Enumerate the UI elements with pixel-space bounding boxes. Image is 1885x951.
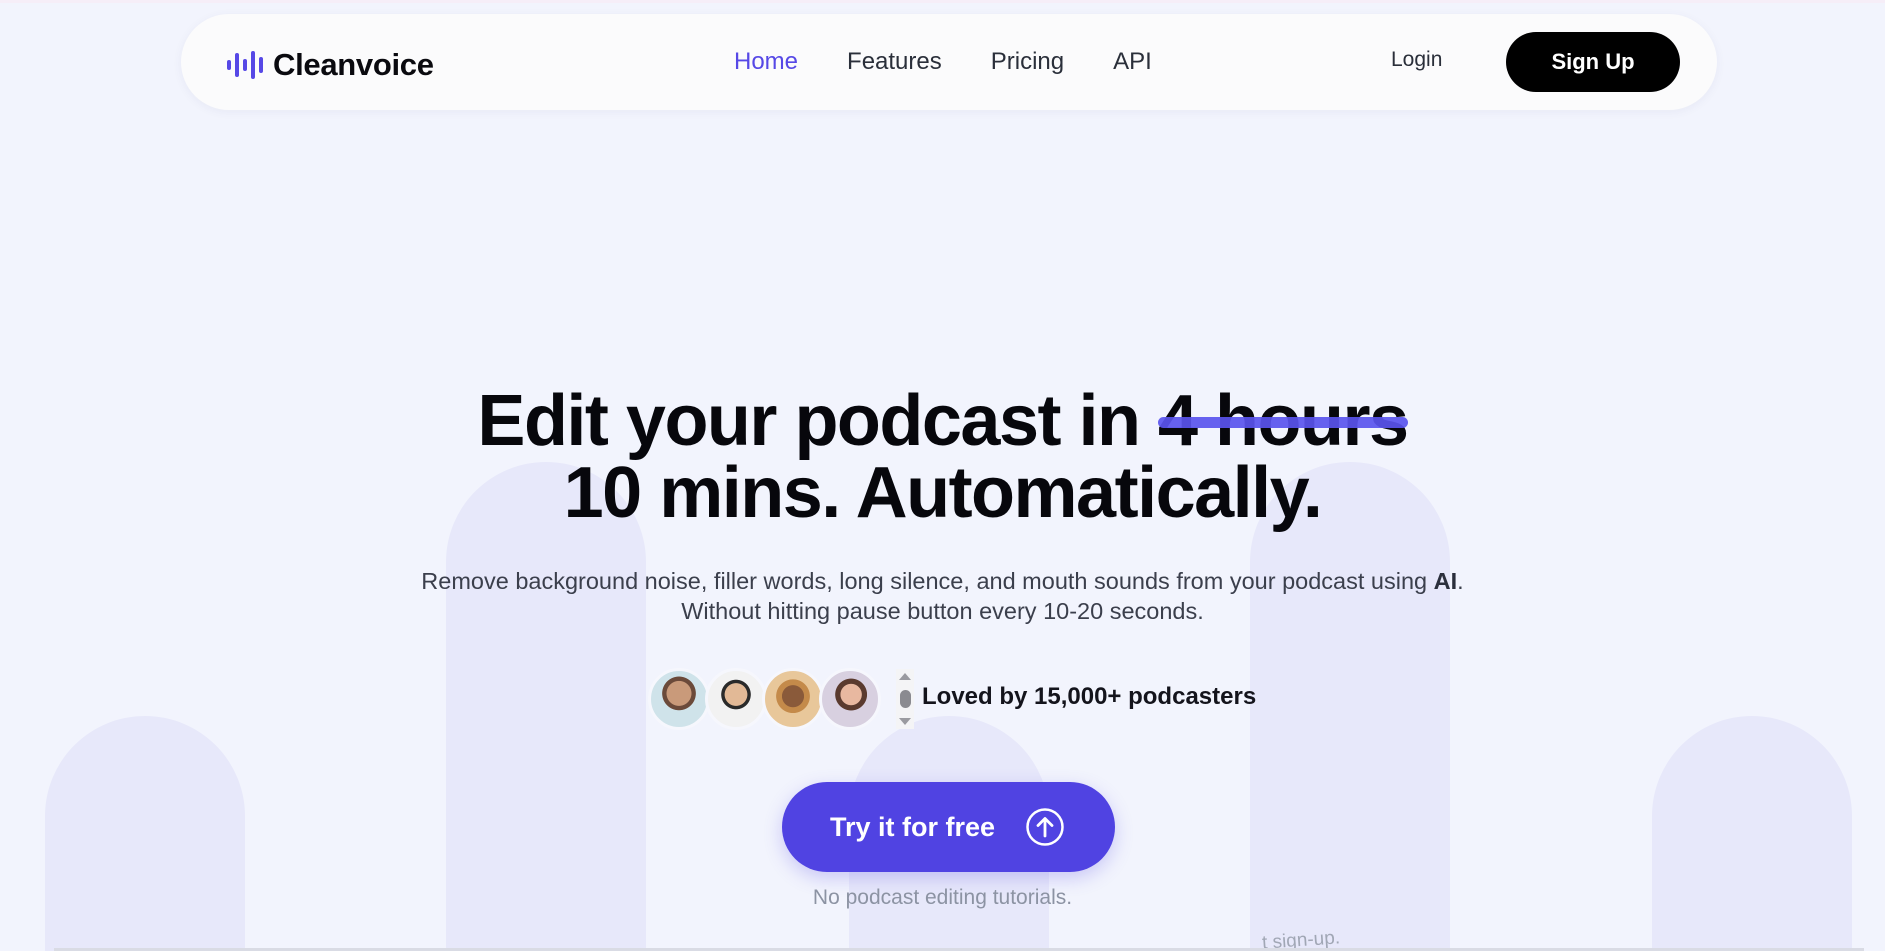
mini-scrollbar[interactable]: [896, 669, 914, 729]
avatar: [648, 668, 710, 730]
nav-features[interactable]: Features: [847, 48, 942, 76]
headline-line2: 10 mins. Automatically.: [563, 453, 1323, 533]
signup-button[interactable]: Sign Up: [1506, 32, 1680, 92]
hero-headline: Edit your podcast in 4 hours 10 mins. Au…: [0, 385, 1885, 529]
background-pill: [45, 716, 245, 951]
nav-api[interactable]: API: [1113, 48, 1152, 76]
headline-prefix: Edit your podcast in: [477, 381, 1141, 461]
subtitle-bold: AI: [1433, 568, 1458, 594]
headline-struck-text: 4 hours: [1158, 381, 1409, 461]
avatar: [705, 668, 767, 730]
nav-home[interactable]: Home: [734, 48, 798, 76]
main-nav: Home Features Pricing API: [734, 14, 1152, 110]
subtitle-line2: Without hitting pause button every 10-20…: [681, 598, 1204, 624]
top-border: [0, 0, 1885, 3]
subtitle-text: Remove background noise, filler words, l…: [421, 568, 1428, 594]
login-link[interactable]: Login: [1391, 48, 1442, 72]
avatar: [819, 668, 881, 730]
brand-name: Cleanvoice: [273, 47, 434, 82]
sound-wave-icon: [227, 51, 263, 79]
hero-subtitle: Remove background noise, filler words, l…: [0, 566, 1885, 626]
scroll-up-icon[interactable]: [899, 673, 911, 680]
background-pill: [446, 462, 646, 951]
avatar: [762, 668, 824, 730]
cta-label: Try it for free: [830, 811, 996, 842]
background-pill: [1250, 462, 1450, 951]
navbar: Cleanvoice Home Features Pricing API Log…: [181, 14, 1717, 110]
scroll-down-icon[interactable]: [899, 718, 911, 725]
social-proof-text: Loved by 15,000+ podcasters: [922, 683, 1257, 710]
background-pill: [1652, 716, 1852, 951]
logo[interactable]: Cleanvoice: [226, 47, 434, 83]
nav-pricing[interactable]: Pricing: [991, 48, 1064, 76]
try-free-button[interactable]: Try it for free: [782, 782, 1115, 872]
arrow-up-circle-icon: [1026, 808, 1064, 846]
scroll-thumb[interactable]: [900, 690, 911, 708]
cta-note: No podcast editing tutorials.: [812, 886, 1073, 909]
subtitle-period: .: [1457, 568, 1464, 594]
